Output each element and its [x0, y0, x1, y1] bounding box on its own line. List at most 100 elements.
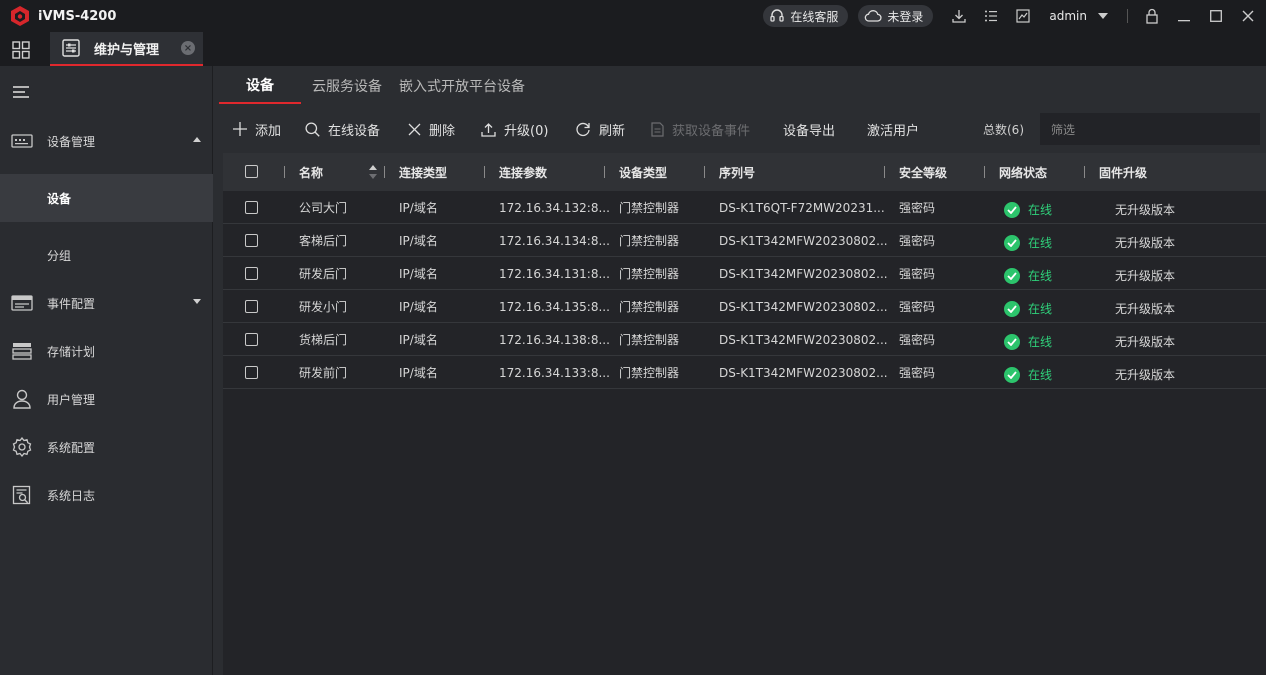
delete-button[interactable]: 删除	[408, 105, 455, 153]
table-row[interactable]: 研发前门 IP/域名 172.16.34.133:8... 门禁控制器 DS-K…	[223, 356, 1266, 389]
row-checkbox[interactable]	[245, 300, 258, 313]
monitor-chart-icon[interactable]	[1013, 6, 1033, 26]
activate-user-label: 激活用户	[867, 123, 920, 139]
tab-close-icon[interactable]: ×	[181, 41, 195, 55]
activate-user-button[interactable]: 激活用户	[867, 105, 919, 153]
column-divider	[484, 166, 485, 178]
refresh-button[interactable]: 刷新	[575, 105, 625, 153]
cell-device-type: 门禁控制器	[619, 300, 680, 314]
table-row[interactable]: 客梯后门 IP/域名 172.16.34.134:8... 门禁控制器 DS-K…	[223, 224, 1266, 257]
x-icon	[408, 123, 421, 135]
check-circle-icon	[1004, 333, 1020, 350]
column-divider	[704, 166, 705, 178]
sidebar-item-device-management[interactable]: 设备管理	[0, 117, 213, 165]
cell-name: 研发后门	[299, 267, 348, 281]
filter-input[interactable]: 筛选	[1040, 113, 1260, 145]
column-divider	[884, 166, 885, 178]
row-checkbox[interactable]	[245, 267, 258, 280]
column-header-device-type[interactable]: 设备类型	[619, 153, 667, 191]
table-row[interactable]: 研发小门 IP/域名 172.16.34.135:8... 门禁控制器 DS-K…	[223, 290, 1266, 323]
column-header-conn-param[interactable]: 连接参数	[499, 153, 547, 191]
online-devices-label: 在线设备	[328, 123, 381, 139]
column-header-name[interactable]: 名称	[299, 153, 323, 191]
status-text: 在线	[1028, 236, 1053, 250]
headset-icon	[770, 9, 785, 22]
sidebar-item-label: 存储计划	[47, 344, 96, 359]
subtab-cloud-devices[interactable]: 云服务设备	[312, 68, 382, 104]
grid-menu-icon[interactable]	[12, 41, 30, 59]
sort-arrows-icon[interactable]	[369, 162, 377, 182]
chevron-down-icon[interactable]	[1093, 6, 1113, 26]
table-header: 名称 连接类型 连接参数 设备类型 序列号 安全等级 网络状态 固件升级	[223, 153, 1266, 191]
subtab-devices[interactable]: 设备	[219, 68, 301, 104]
column-header-network-status[interactable]: 网络状态	[999, 153, 1047, 191]
add-button[interactable]: 添加	[233, 105, 281, 153]
download-icon[interactable]	[949, 6, 969, 26]
online-service-label: 在线客服	[790, 9, 839, 24]
table-row[interactable]: 公司大门 IP/域名 172.16.34.132:8... 门禁控制器 DS-K…	[223, 191, 1266, 224]
cloud-login-button[interactable]: 未登录	[858, 5, 934, 27]
cell-firmware: 无升级版本	[1115, 368, 1176, 382]
cell-serial: DS-K1T342MFW20230802...	[719, 299, 888, 314]
refresh-icon	[576, 122, 590, 137]
table-row[interactable]: 研发后门 IP/域名 172.16.34.131:8... 门禁控制器 DS-K…	[223, 257, 1266, 290]
cell-network-status: 在线	[1004, 358, 1052, 391]
subtab-embedded-platform-devices[interactable]: 嵌入式开放平台设备	[399, 68, 525, 104]
device-toolbar: 添加 在线设备 删除 升级(0) 刷新 获取设备事件 设备导出 激活用户 总数(…	[223, 105, 1266, 153]
lock-icon[interactable]	[1142, 6, 1162, 26]
online-devices-button[interactable]: 在线设备	[305, 105, 380, 153]
task-list-icon[interactable]	[981, 6, 1001, 26]
cell-conn-param: 172.16.34.132:8...	[499, 200, 610, 215]
check-circle-icon	[1004, 267, 1020, 284]
sidebar-subitem-device[interactable]: 设备	[0, 174, 213, 222]
row-checkbox[interactable]	[245, 333, 258, 346]
cell-device-type: 门禁控制器	[619, 234, 680, 248]
user-name[interactable]: admin	[1049, 9, 1087, 23]
sidebar-item-label: 系统配置	[47, 440, 96, 455]
sidebar-item-user-management[interactable]: 用户管理	[0, 375, 213, 423]
hamburger-menu-icon[interactable]	[13, 86, 29, 100]
delete-label: 删除	[429, 123, 456, 139]
cell-security: 强密码	[899, 300, 936, 314]
cell-network-status: 在线	[1004, 226, 1052, 259]
refresh-label: 刷新	[599, 123, 626, 139]
row-checkbox[interactable]	[245, 201, 258, 214]
tab-maintenance-management[interactable]: 维护与管理 ×	[50, 32, 203, 66]
get-device-events-button[interactable]: 获取设备事件	[651, 105, 750, 153]
status-text: 在线	[1028, 269, 1053, 283]
sidebar-item-label: 设备管理	[47, 134, 96, 149]
column-header-conn-type[interactable]: 连接类型	[399, 153, 447, 191]
upgrade-button[interactable]: 升级(0)	[481, 105, 548, 153]
minimize-icon[interactable]	[1174, 6, 1194, 26]
cell-security: 强密码	[899, 201, 936, 215]
online-service-button[interactable]: 在线客服	[763, 5, 849, 27]
tab-label: 维护与管理	[94, 42, 160, 58]
sidebar-item-storage-plan[interactable]: 存储计划	[0, 327, 213, 375]
status-text: 在线	[1028, 302, 1053, 316]
column-header-serial[interactable]: 序列号	[719, 153, 755, 191]
cell-conn-param: 172.16.34.135:8...	[499, 299, 610, 314]
sidebar-subitem-label: 分组	[47, 248, 72, 263]
close-icon[interactable]	[1238, 6, 1258, 26]
row-checkbox[interactable]	[245, 234, 258, 247]
app-title: iVMS-4200	[38, 8, 117, 24]
tab-bar: 维护与管理 ×	[0, 32, 1266, 66]
cell-conn-param: 172.16.34.134:8...	[499, 233, 610, 248]
sidebar-item-event-config[interactable]: 事件配置	[0, 279, 213, 327]
column-header-firmware[interactable]: 固件升级	[1099, 153, 1147, 191]
sidebar-item-system-config[interactable]: 系统配置	[0, 423, 213, 471]
maximize-icon[interactable]	[1206, 6, 1226, 26]
device-panel: 添加 在线设备 删除 升级(0) 刷新 获取设备事件 设备导出 激活用户 总数(…	[223, 105, 1266, 675]
sidebar-item-system-log[interactable]: 系统日志	[0, 471, 213, 519]
cell-serial: DS-K1T342MFW20230802...	[719, 266, 888, 281]
row-checkbox[interactable]	[245, 366, 258, 379]
sidebar-subitem-group[interactable]: 分组	[0, 231, 213, 279]
cell-firmware: 无升级版本	[1115, 335, 1176, 349]
select-all-checkbox[interactable]	[245, 165, 258, 178]
column-header-security[interactable]: 安全等级	[899, 153, 947, 191]
cell-conn-type: IP/域名	[399, 267, 438, 281]
table-row[interactable]: 货梯后门 IP/域名 172.16.34.138:8... 门禁控制器 DS-K…	[223, 323, 1266, 356]
export-devices-button[interactable]: 设备导出	[783, 105, 835, 153]
cell-network-status: 在线	[1004, 292, 1052, 325]
cell-conn-type: IP/域名	[399, 366, 438, 380]
